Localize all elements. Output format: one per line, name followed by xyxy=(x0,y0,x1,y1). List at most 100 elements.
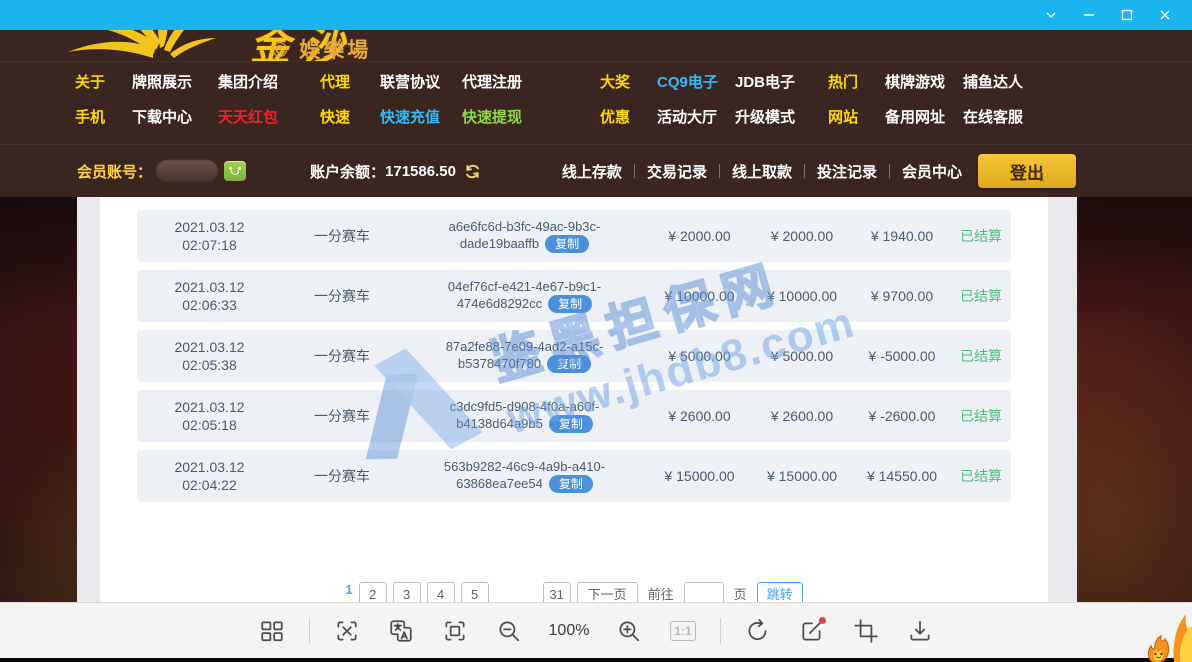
nav-license-display[interactable]: 牌照展示 xyxy=(132,71,192,92)
page-current[interactable]: 1 xyxy=(345,582,352,597)
order-id: 04ef76cf-e421-4e67-b9c1- 474e6d8292cc复制 xyxy=(402,279,647,313)
divider xyxy=(804,164,805,178)
maximize-icon[interactable] xyxy=(1108,0,1146,30)
nav-site-group[interactable]: 网站 xyxy=(828,106,858,127)
minimize-icon[interactable] xyxy=(1070,0,1108,30)
nav-fast-deposit[interactable]: 快速充值 xyxy=(380,106,440,127)
nav-fast-group[interactable]: 快速 xyxy=(320,106,350,127)
game-name: 一分赛车 xyxy=(282,286,402,306)
link-online-withdraw[interactable]: 线上取款 xyxy=(732,161,792,182)
nav-online-service[interactable]: 在线客服 xyxy=(963,106,1023,127)
valid-amount: ¥ 15000.00 xyxy=(752,468,852,484)
close-icon[interactable] xyxy=(1146,0,1184,30)
bottom-strip xyxy=(0,658,1192,662)
bet-time: 2021.03.1202:06:33 xyxy=(137,278,282,314)
nav-fast-withdraw[interactable]: 快速提现 xyxy=(462,106,522,127)
nav-agent-register[interactable]: 代理注册 xyxy=(462,71,522,92)
nav-daily-redpacket[interactable]: 天天红包 xyxy=(218,106,278,127)
nav-jdb-games[interactable]: JDB电子 xyxy=(735,71,795,92)
win-loss: ¥ 9700.00 xyxy=(852,288,952,304)
goto-label: 前往 xyxy=(648,582,674,602)
nav-backup-url[interactable]: 备用网址 xyxy=(885,106,945,127)
table-row: 2021.03.1202:06:33 一分赛车 04ef76cf-e421-4e… xyxy=(137,270,1011,322)
account-username-redacted xyxy=(156,160,218,182)
nav-fishing-master[interactable]: 捕鱼达人 xyxy=(963,71,1023,92)
logout-button[interactable]: 登出 xyxy=(978,154,1076,188)
page-button[interactable]: 3 xyxy=(393,582,421,602)
game-name: 一分赛车 xyxy=(282,466,402,486)
link-online-deposit[interactable]: 线上存款 xyxy=(562,161,622,182)
copy-button[interactable]: 复制 xyxy=(549,415,593,433)
table-row: 2021.03.1202:04:22 一分赛车 563b9282-46c9-4a… xyxy=(137,450,1011,502)
win-loss: ¥ 14550.00 xyxy=(852,468,952,484)
nav-cq9-games[interactable]: CQ9电子 xyxy=(657,71,718,92)
copy-button[interactable]: 复制 xyxy=(548,295,592,313)
fit-screen-icon[interactable] xyxy=(438,614,472,648)
next-page-button[interactable]: 下一页 xyxy=(577,582,638,602)
rotate-icon[interactable] xyxy=(741,614,775,648)
bet-time: 2021.03.1202:05:38 xyxy=(137,338,282,374)
notification-dot xyxy=(819,617,826,624)
page-button[interactable]: 4 xyxy=(427,582,455,602)
order-id: 87a2fe88-7e09-4ad2-a15c- b5378470f780复制 xyxy=(402,339,647,373)
edit-icon[interactable] xyxy=(795,614,829,648)
order-id: a6e6fc6d-b3fc-49ac-9b3c- dade19baaffb复制 xyxy=(402,219,647,253)
jump-button[interactable]: 跳转 xyxy=(757,582,803,602)
nav-mobile-group[interactable]: 手机 xyxy=(75,106,105,127)
member-quick-links: 线上存款 交易记录 线上取款 投注记录 会员中心 xyxy=(562,161,962,182)
copy-button[interactable]: 复制 xyxy=(549,475,593,493)
zoom-out-icon[interactable] xyxy=(492,614,526,648)
divider xyxy=(719,164,720,178)
zoom-level-label: 100% xyxy=(546,622,592,640)
nav-joint-agreement[interactable]: 联营协议 xyxy=(380,71,440,92)
nav-agent-group[interactable]: 代理 xyxy=(320,71,350,92)
table-row: 2021.03.1202:05:38 一分赛车 87a2fe88-7e09-4a… xyxy=(137,330,1011,382)
refresh-balance-icon[interactable] xyxy=(464,163,481,180)
divider xyxy=(309,618,310,644)
nav-board-games[interactable]: 棋牌游戏 xyxy=(885,71,945,92)
table-row: 2021.03.1202:07:18 一分赛车 a6e6fc6d-b3fc-49… xyxy=(137,210,1011,262)
layout-grid-icon[interactable] xyxy=(255,614,289,648)
site-logo[interactable]: 金沙 © 娛樂場 xyxy=(0,30,1192,62)
link-bet-records[interactable]: 投注记录 xyxy=(817,161,877,182)
win-loss: ¥ -5000.00 xyxy=(852,348,952,364)
link-trade-records[interactable]: 交易记录 xyxy=(647,161,707,182)
bet-amount: ¥ 10000.00 xyxy=(647,288,752,304)
bet-amount: ¥ 5000.00 xyxy=(647,348,752,364)
copy-button[interactable]: 复制 xyxy=(545,235,589,253)
main-nav: 关于 牌照展示 集团介绍 代理 联营协议 代理注册 大奖 CQ9电子 JDB电子… xyxy=(0,62,1192,145)
divider xyxy=(720,618,721,644)
bet-time: 2021.03.1202:07:18 xyxy=(137,218,282,254)
translate-icon[interactable] xyxy=(384,614,418,648)
page-button-last[interactable]: 31 xyxy=(543,582,571,602)
bet-time: 2021.03.1202:04:22 xyxy=(137,458,282,494)
nav-promo-group[interactable]: 优惠 xyxy=(600,106,630,127)
status-badge: 已结算 xyxy=(952,466,1010,486)
download-icon[interactable] xyxy=(903,614,937,648)
member-bar: 会员账号： 账户余额： 171586.50 线上存款 交易记录 线上取款 投注记… xyxy=(0,145,1192,197)
zoom-in-icon[interactable] xyxy=(612,614,646,648)
ocr-scan-icon[interactable] xyxy=(330,614,364,648)
nav-about-group[interactable]: 关于 xyxy=(75,71,105,92)
pagination: 1 2 3 4 5 31 下一页 前往 页 跳转 xyxy=(100,582,1048,602)
balance-value: 171586.50 xyxy=(385,163,456,180)
game-name: 一分赛车 xyxy=(282,346,402,366)
nav-activity-hall[interactable]: 活动大厅 xyxy=(657,106,717,127)
divider xyxy=(634,164,635,178)
chat-icon[interactable] xyxy=(224,161,246,181)
bet-amount: ¥ 15000.00 xyxy=(647,468,752,484)
copy-button[interactable]: 复制 xyxy=(547,355,591,373)
nav-download-center[interactable]: 下载中心 xyxy=(132,106,192,127)
nav-group-intro[interactable]: 集团介绍 xyxy=(218,71,278,92)
nav-hot-group[interactable]: 热门 xyxy=(828,71,858,92)
nav-upgrade-mode[interactable]: 升级模式 xyxy=(735,106,795,127)
link-member-center[interactable]: 会员中心 xyxy=(902,161,962,182)
balance-label: 账户余额： xyxy=(310,161,385,182)
one-to-one-icon: 1:1 xyxy=(666,614,700,648)
nav-jackpot-group[interactable]: 大奖 xyxy=(600,71,630,92)
crop-icon[interactable] xyxy=(849,614,883,648)
page-button[interactable]: 5 xyxy=(461,582,489,602)
goto-page-input[interactable] xyxy=(684,582,724,602)
chevron-down-icon[interactable] xyxy=(1032,0,1070,30)
page-button[interactable]: 2 xyxy=(359,582,387,602)
